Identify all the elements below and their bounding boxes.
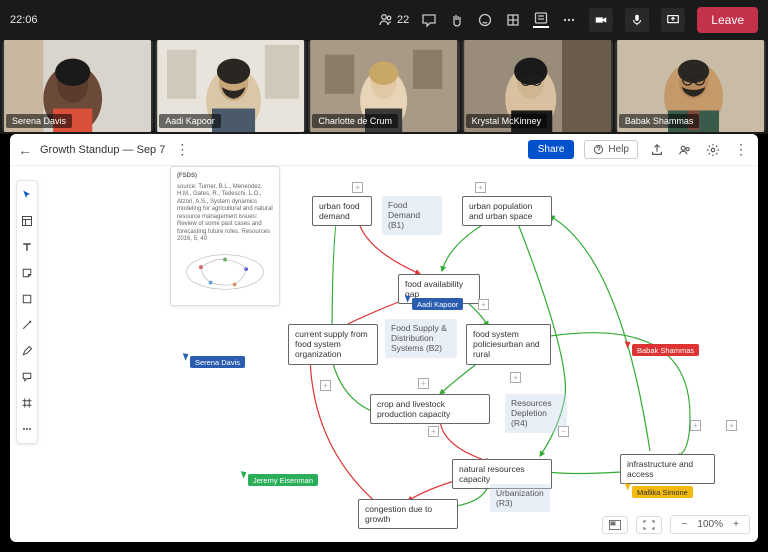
node-infra[interactable]: infrastructure and access bbox=[620, 454, 715, 484]
link-sign: + bbox=[428, 426, 439, 437]
link-sign: − bbox=[558, 426, 569, 437]
participant-name: Charlotte de Crum bbox=[312, 114, 398, 128]
participant-name: Babak Shammas bbox=[619, 114, 700, 128]
link-sign: + bbox=[418, 378, 429, 389]
participant-name: Serena Davis bbox=[6, 114, 72, 128]
camera-button[interactable] bbox=[589, 8, 613, 32]
people-icon bbox=[378, 12, 394, 28]
board-title: Growth Standup — Sep 7 bbox=[40, 144, 165, 156]
link-sign: + bbox=[475, 182, 486, 193]
apps-icon[interactable] bbox=[533, 12, 549, 28]
rooms-icon[interactable] bbox=[505, 12, 521, 28]
video-tile[interactable]: Krystal McKinney bbox=[462, 40, 613, 132]
zoom-level: 100% bbox=[697, 519, 723, 530]
meeting-topbar: 22:06 22 Leave bbox=[0, 0, 768, 40]
whiteboard: ← Growth Standup — Sep 7 ⋮ Share Help ⋮ bbox=[10, 134, 758, 542]
board-menu-icon[interactable]: ⋮ bbox=[173, 141, 191, 159]
reference-card[interactable]: (FSDS) source: Turner, B.L., Menendez, H… bbox=[170, 166, 280, 306]
node-policies[interactable]: food system policiesurban and rural bbox=[466, 324, 551, 365]
clock-text: 22:06 bbox=[10, 14, 38, 26]
chat-icon[interactable] bbox=[421, 12, 437, 28]
participant-name: Krystal McKinney bbox=[466, 114, 548, 128]
link-sign: + bbox=[352, 182, 363, 193]
fullscreen-button[interactable] bbox=[636, 516, 662, 534]
board-more-icon[interactable]: ⋮ bbox=[732, 141, 750, 159]
mic-button[interactable] bbox=[625, 8, 649, 32]
zoom-in-button[interactable]: + bbox=[729, 519, 743, 530]
link-sign: + bbox=[726, 420, 737, 431]
video-tile[interactable]: Babak Shammas bbox=[615, 40, 766, 132]
cursor-babak: Babak Shammas bbox=[637, 346, 694, 355]
node-urban-food[interactable]: urban food demand bbox=[312, 196, 372, 226]
link-sign: + bbox=[478, 299, 489, 310]
link-sign: + bbox=[510, 372, 521, 383]
cursor-serena: Serena Davis bbox=[195, 358, 240, 367]
zoom-controls: − 100% + bbox=[602, 515, 750, 534]
share-screen-button[interactable] bbox=[661, 8, 685, 32]
node-urban-pop[interactable]: urban population and urban space bbox=[462, 196, 552, 226]
video-tile[interactable]: Aadi Kapoor bbox=[155, 40, 306, 132]
node-food-demand[interactable]: Food Demand (B1) bbox=[382, 196, 442, 235]
board-header: ← Growth Standup — Sep 7 ⋮ Share Help ⋮ bbox=[10, 134, 758, 166]
share-button[interactable]: Share bbox=[528, 140, 575, 159]
node-urbanization[interactable]: Urbanization (R3) bbox=[490, 484, 550, 512]
help-button[interactable]: Help bbox=[584, 140, 638, 159]
export-icon[interactable] bbox=[648, 141, 666, 159]
participants-count[interactable]: 22 bbox=[378, 12, 409, 28]
zoom-out-button[interactable]: − bbox=[677, 519, 691, 530]
cursor-mallika: Mallika Simone bbox=[637, 488, 688, 497]
node-food-supply[interactable]: Food Supply & Distribution Systems (B2) bbox=[385, 319, 457, 358]
cursor-aadi: Aadi Kapoor bbox=[417, 300, 458, 309]
node-congestion[interactable]: congestion due to growth bbox=[358, 499, 458, 529]
node-current-supply[interactable]: current supply from food system organiza… bbox=[288, 324, 378, 365]
settings-icon[interactable] bbox=[704, 141, 722, 159]
video-tile[interactable]: Charlotte de Crum bbox=[308, 40, 459, 132]
minimap-button[interactable] bbox=[602, 516, 628, 534]
cursor-jeremy: Jeremy Eisenman bbox=[253, 476, 313, 485]
reactions-icon[interactable] bbox=[477, 12, 493, 28]
link-sign: + bbox=[320, 380, 331, 391]
leave-button[interactable]: Leave bbox=[697, 7, 758, 33]
raise-hand-icon[interactable] bbox=[449, 12, 465, 28]
video-tile[interactable]: Serena Davis bbox=[2, 40, 153, 132]
back-icon[interactable]: ← bbox=[18, 142, 32, 158]
canvas[interactable]: (FSDS) source: Turner, B.L., Menendez, H… bbox=[10, 166, 758, 542]
more-icon[interactable] bbox=[561, 12, 577, 28]
video-strip: Serena Davis Aadi Kapoor Charlotte de Cr… bbox=[0, 40, 768, 134]
link-sign: + bbox=[690, 420, 701, 431]
presence-icon[interactable] bbox=[676, 141, 694, 159]
node-crop[interactable]: crop and livestock production capacity bbox=[370, 394, 490, 424]
participant-name: Aadi Kapoor bbox=[159, 114, 221, 128]
